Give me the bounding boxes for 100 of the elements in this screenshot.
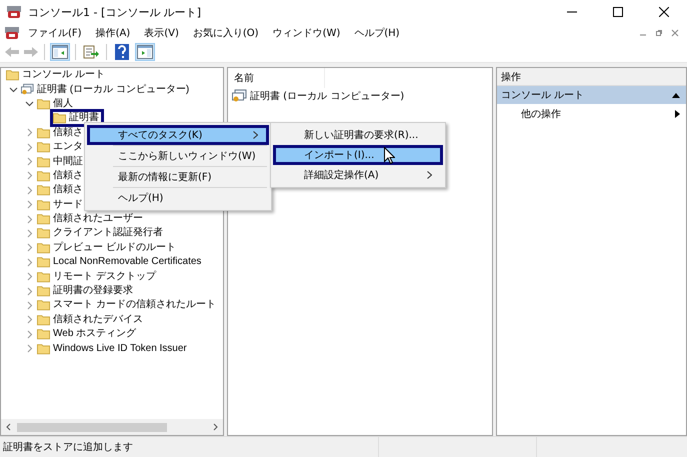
close-icon[interactable]: [659, 7, 669, 17]
collapse-icon[interactable]: [672, 92, 680, 98]
folder-icon: [37, 170, 50, 182]
chevron-right-icon[interactable]: [25, 272, 34, 282]
action-item[interactable]: 他の操作: [497, 104, 686, 124]
tree-item[interactable]: エンタ: [37, 141, 85, 154]
menu-item[interactable]: ウィンドウ(W): [266, 26, 346, 40]
folder-icon: [37, 227, 50, 240]
folder-icon: [37, 342, 50, 355]
folder-icon: [37, 141, 50, 154]
tree-item-label: 信頼さ: [53, 126, 83, 139]
tree-item-label: 証明書: [69, 112, 99, 124]
tree-item[interactable]: 証明書: [53, 112, 101, 124]
folder-icon: [37, 328, 50, 340]
menu-item[interactable]: 新しい証明書の要求(R)...: [273, 125, 443, 145]
tree-item-label: 中間証: [53, 156, 83, 168]
pane-header: 操作: [497, 68, 686, 86]
tree-item-label: Web ホスティング: [53, 328, 136, 340]
menu-item[interactable]: すべてのタスク(K): [87, 125, 269, 145]
mouse-cursor-icon: [384, 147, 395, 164]
chevron-right-icon[interactable]: [25, 258, 34, 267]
tree-item[interactable]: 個人: [37, 98, 75, 110]
chevron-right-icon[interactable]: [25, 186, 34, 195]
pane-toggle-icon[interactable]: [50, 43, 70, 61]
tree-item[interactable]: 信頼さ: [37, 126, 85, 139]
column-header[interactable]: 名前: [228, 68, 325, 88]
folder-icon: [37, 242, 50, 254]
folder-icon: [6, 69, 19, 82]
chevron-down-icon[interactable]: [9, 85, 18, 94]
tree-item[interactable]: 証明書の登録要求: [37, 285, 135, 298]
folder-icon: [37, 270, 50, 283]
menu-item[interactable]: インポート(I)...: [273, 145, 443, 165]
status-text: 証明書をストアに追加します: [2, 440, 134, 454]
tree-item-label: 信頼さ: [53, 170, 83, 182]
menu-item[interactable]: ヘルプ(H): [348, 26, 406, 40]
window-title: コンソール1 - [コンソール ルート]: [28, 4, 202, 20]
restore-icon[interactable]: [655, 29, 663, 37]
pane-toggle-icon[interactable]: [135, 43, 155, 61]
chevron-right-icon[interactable]: [25, 200, 34, 210]
folder-icon: [37, 98, 50, 110]
chevron-right-icon[interactable]: [25, 243, 34, 252]
chevron-right-icon[interactable]: [25, 228, 34, 238]
menu-item[interactable]: 詳細設定操作(A): [273, 165, 443, 185]
list-item[interactable]: 証明書 (ローカル コンピューター): [228, 88, 492, 104]
tree-item[interactable]: 信頼されたユーザー: [37, 213, 145, 226]
tree-item[interactable]: 中間証: [37, 156, 85, 168]
chevron-right-icon[interactable]: [25, 157, 34, 166]
menu-item[interactable]: お気に入り(O): [186, 26, 265, 40]
tree-item-label: 個人: [53, 98, 73, 110]
scroll-left-icon[interactable]: [5, 423, 13, 431]
menu-item[interactable]: ここから新しいウィンドウ(W): [87, 146, 269, 166]
folder-icon: [37, 198, 50, 211]
horizontal-scrollbar[interactable]: [1, 419, 223, 435]
submenu-arrow-icon: [675, 110, 680, 118]
certificate-icon: [232, 89, 247, 103]
folder-icon: [37, 314, 50, 326]
scroll-right-icon[interactable]: [211, 423, 219, 431]
menu-item[interactable]: ヘルプ(H): [87, 188, 269, 208]
menu-item[interactable]: 表示(V): [138, 26, 185, 40]
tree-item[interactable]: 信頼されたデバイス: [37, 314, 145, 326]
menu-item[interactable]: 最新の情報に更新(F): [87, 167, 269, 187]
folder-icon: [53, 112, 66, 124]
tree-item-label: 証明書の登録要求: [53, 285, 133, 298]
menu-item[interactable]: 操作(A): [90, 26, 136, 40]
app-icon: [4, 26, 20, 40]
tree-item[interactable]: 信頼さ: [37, 170, 85, 182]
app-icon: [6, 5, 22, 19]
folder-icon: [37, 256, 50, 268]
tree-item-label: エンタ: [53, 141, 83, 154]
tree-item-label: 信頼されたデバイス: [53, 314, 143, 326]
maximize-icon[interactable]: [613, 7, 623, 17]
folder-icon: [37, 156, 50, 168]
chevron-right-icon[interactable]: [25, 344, 34, 354]
chevron-right-icon[interactable]: [25, 214, 34, 224]
folder-icon: [37, 299, 50, 312]
chevron-down-icon[interactable]: [25, 99, 34, 108]
tree-item-label: 証明書 (ローカル コンピューター): [37, 84, 190, 96]
help-icon[interactable]: [112, 43, 132, 61]
folder-icon: [37, 126, 50, 139]
chevron-right-icon[interactable]: [25, 171, 34, 180]
chevron-right-icon[interactable]: [25, 286, 34, 296]
tree-item[interactable]: Web ホスティング: [37, 328, 138, 340]
tree-item-label: サード: [53, 198, 83, 211]
tree-item[interactable]: コンソール ルート: [6, 69, 107, 82]
tree-item-label: 信頼さ: [53, 184, 83, 196]
menu-item[interactable]: ファイル(F): [22, 26, 88, 40]
chevron-right-icon[interactable]: [25, 300, 34, 310]
chevron-right-icon[interactable]: [25, 330, 34, 339]
chevron-right-icon[interactable]: [25, 315, 34, 324]
folder-icon: [37, 213, 50, 226]
folder-icon: [37, 285, 50, 298]
tree-item[interactable]: 証明書 (ローカル コンピューター): [21, 83, 192, 96]
tree-item-label: 信頼されたユーザー: [53, 213, 143, 226]
section-header[interactable]: コンソール ルート: [497, 86, 686, 104]
tree-item[interactable]: 信頼さ: [37, 184, 85, 196]
tree-item[interactable]: サード: [37, 198, 85, 211]
tree-item-label: コンソール ルート: [22, 69, 105, 82]
chevron-right-icon[interactable]: [25, 128, 34, 138]
export-list-icon[interactable]: [81, 43, 101, 61]
chevron-right-icon[interactable]: [25, 142, 34, 152]
